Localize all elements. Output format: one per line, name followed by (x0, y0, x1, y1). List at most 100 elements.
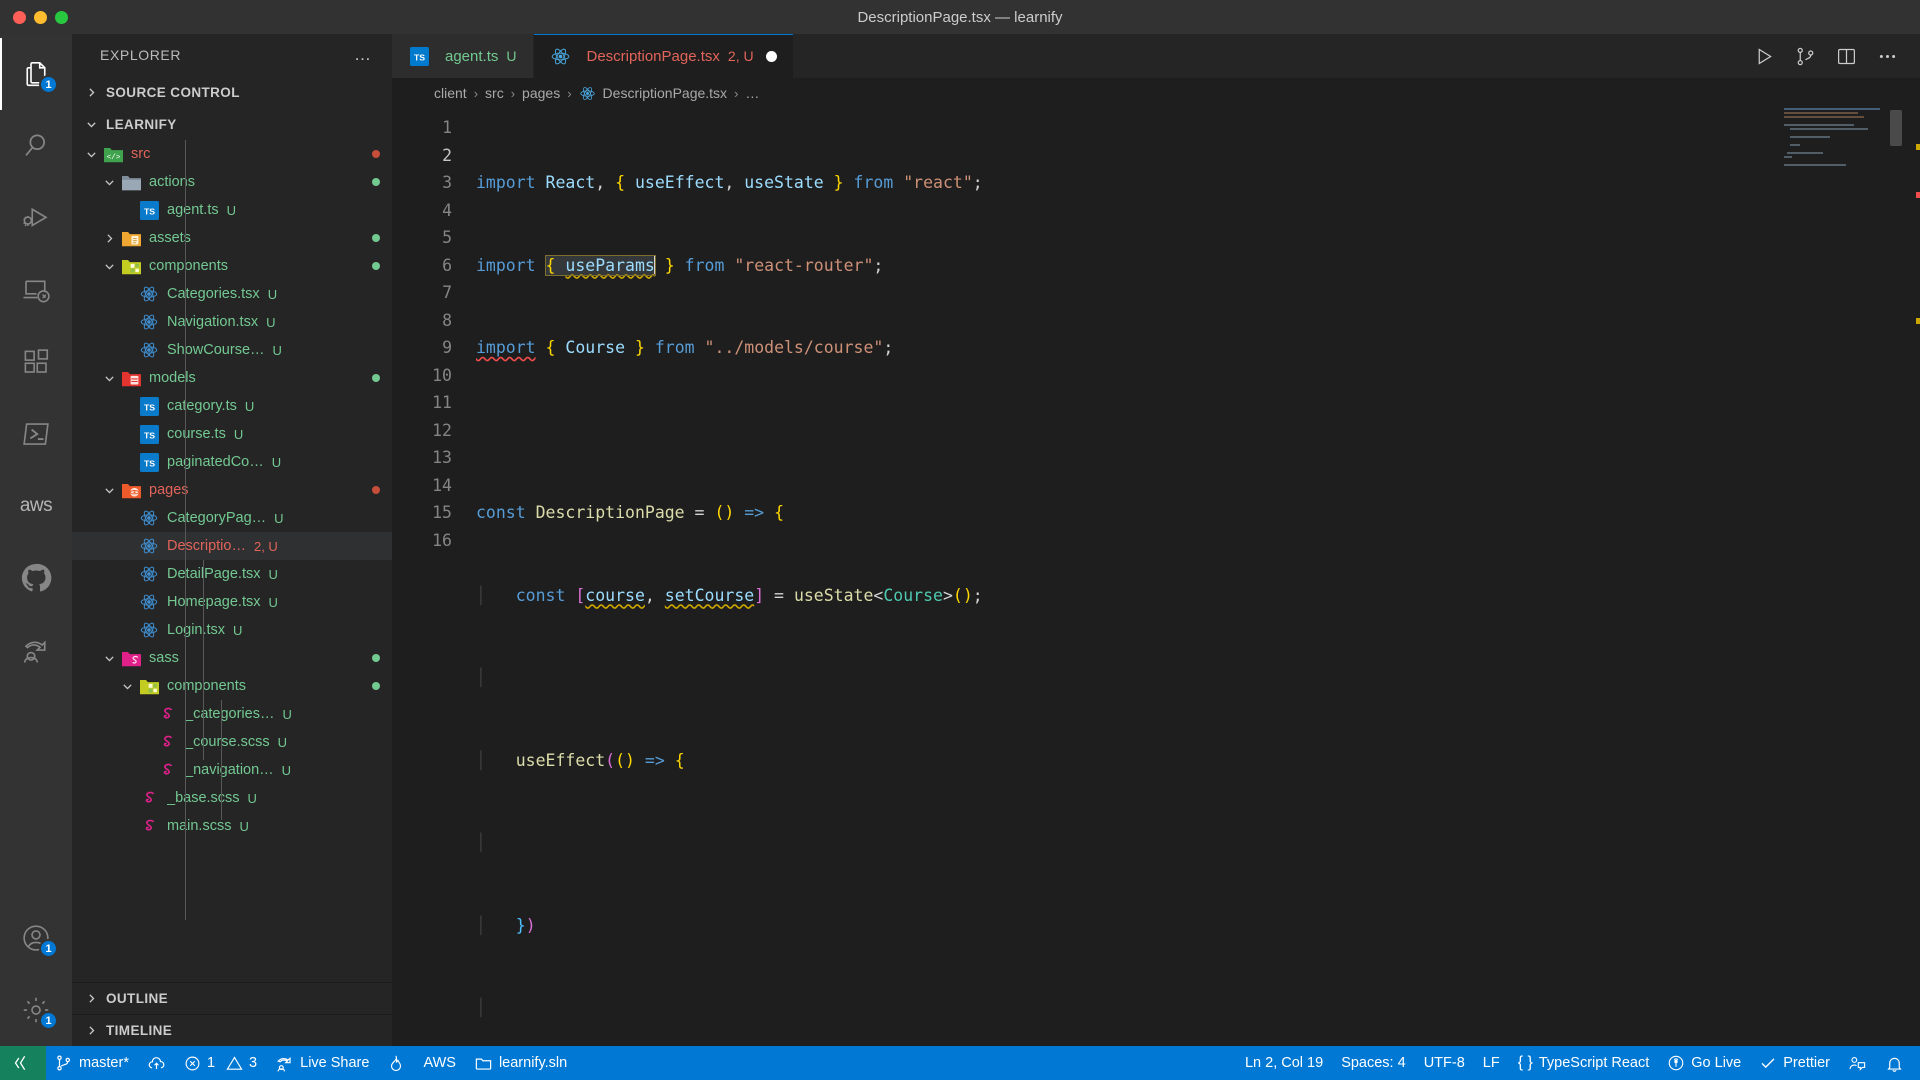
tree-item-descriptio[interactable]: Descriptio… 2, U (72, 532, 392, 560)
sidebar-more-actions-icon[interactable]: … (354, 45, 372, 65)
breadcrumb-item-client[interactable]: client (434, 85, 467, 101)
tree-item-pages[interactable]: pages (72, 476, 392, 504)
status-aws[interactable]: AWS (414, 1046, 465, 1080)
activity-bar-item-terminal-profile[interactable] (0, 398, 72, 470)
branch-icon[interactable] (1795, 46, 1816, 67)
code-line-10[interactable]: │ }) (476, 912, 1920, 940)
status-go-live[interactable]: Go Live (1658, 1046, 1750, 1080)
editor-scrollbar[interactable] (1890, 110, 1902, 146)
chevron-down-icon[interactable] (98, 260, 120, 273)
tree-item-main-scss[interactable]: main.scss U (72, 812, 392, 840)
code-line-6[interactable]: │ const [course, setCourse] = useState<C… (476, 582, 1920, 610)
status-feedback[interactable] (1839, 1046, 1876, 1080)
code-line-9[interactable]: │ (476, 829, 1920, 857)
tree-item-course-scss[interactable]: _course.scss U (72, 728, 392, 756)
status-branch[interactable]: master* (46, 1046, 138, 1080)
chevron-down-icon[interactable] (98, 372, 120, 385)
tree-item-category-ts[interactable]: TS category.ts U (72, 392, 392, 420)
code-line-8[interactable]: │ useEffect(() => { (476, 747, 1920, 775)
activity-bar-item-explorer[interactable]: 1 (0, 38, 72, 110)
code-content[interactable]: import React, { useEffect, useState } fr… (462, 108, 1920, 1046)
status-language-mode[interactable]: { } TypeScript React (1509, 1046, 1659, 1080)
maximize-window-button[interactable] (55, 10, 68, 24)
tree-item-src[interactable]: </> src (72, 140, 392, 168)
breadcrumb-item-pages[interactable]: pages (522, 85, 560, 101)
activity-bar-item-aws-toolkit[interactable]: aws (0, 470, 72, 542)
tree-item-assets[interactable]: assets (72, 224, 392, 252)
minimize-window-button[interactable] (34, 10, 47, 24)
close-window-button[interactable] (13, 10, 26, 24)
chevron-down-icon[interactable] (80, 148, 102, 161)
breadcrumb-item-src[interactable]: src (485, 85, 504, 101)
tree-item-categories-tsx[interactable]: Categories.tsx U (72, 280, 392, 308)
code-line-7[interactable]: │ (476, 664, 1920, 692)
activity-bar-item-remote-explorer[interactable] (0, 254, 72, 326)
status-encoding[interactable]: UTF-8 (1415, 1046, 1474, 1080)
tree-item-showcourse[interactable]: ShowCourse… U (72, 336, 392, 364)
breadcrumb-item-symbol[interactable]: … (745, 85, 759, 101)
activity-bar-item-search[interactable] (0, 110, 72, 182)
activity-bar-item-live-share[interactable] (0, 614, 72, 686)
tree-item-course-ts[interactable]: TS course.ts U (72, 420, 392, 448)
breadcrumb[interactable]: client › src › pages › DescriptionPage.t… (392, 78, 1920, 108)
file-tree[interactable]: </> src actions TS agent.ts Uassets components… (72, 140, 392, 982)
status-notifications[interactable] (1876, 1046, 1920, 1080)
code-line-11[interactable]: │ (476, 994, 1920, 1022)
activity-bar-item-run-and-debug[interactable] (0, 182, 72, 254)
tree-item-paginatedco[interactable]: TS paginatedCo… U (72, 448, 392, 476)
breadcrumb-item-file[interactable]: DescriptionPage.tsx (603, 85, 728, 101)
activity-bar-item-accounts[interactable]: 1 (0, 902, 72, 974)
code-line-5[interactable]: const DescriptionPage = () => { (476, 499, 1920, 527)
remote-indicator[interactable] (0, 1046, 46, 1080)
code-line-4[interactable] (476, 417, 1920, 445)
tree-item-base-scss[interactable]: _base.scss U (72, 784, 392, 812)
status-flame[interactable] (378, 1046, 414, 1080)
status-eol[interactable]: LF (1474, 1046, 1509, 1080)
status-sync-changes[interactable] (138, 1046, 175, 1080)
status-solution[interactable]: learnify.sln (465, 1046, 576, 1080)
activity-bar-item-github[interactable] (0, 542, 72, 614)
tree-item-detailpage-tsx[interactable]: DetailPage.tsx U (72, 560, 392, 588)
window-controls[interactable] (0, 10, 68, 24)
tree-item-sass[interactable]: sass (72, 644, 392, 672)
status-prettier[interactable]: Prettier (1750, 1046, 1839, 1080)
split-icon[interactable] (1836, 46, 1857, 67)
tree-item-categorypag[interactable]: CategoryPag… U (72, 504, 392, 532)
editor-tab-agent-ts[interactable]: TS agent.ts U (392, 34, 534, 78)
status-problems[interactable]: 1 3 (175, 1046, 266, 1080)
code-line-1[interactable]: import React, { useEffect, useState } fr… (476, 169, 1920, 197)
tree-item-label: Login.tsx (167, 622, 226, 638)
tree-item-homepage-tsx[interactable]: Homepage.tsx U (72, 588, 392, 616)
chevron-down-icon[interactable] (98, 652, 120, 665)
tree-item-navigation-tsx[interactable]: Navigation.tsx U (72, 308, 392, 336)
tree-item-components[interactable]: components (72, 252, 392, 280)
tree-item-login-tsx[interactable]: Login.tsx U (72, 616, 392, 644)
tree-item-models[interactable]: models (72, 364, 392, 392)
chevron-down-icon[interactable] (98, 484, 120, 497)
activity-bar-item-settings[interactable]: 1 (0, 974, 72, 1046)
code-editor[interactable]: 1 2 3 4 5 6 7 8 9 10 11 12 13 14 15 16 import React, { … (392, 108, 1920, 1046)
minimap[interactable] (1784, 108, 1904, 1046)
chevron-down-icon[interactable] (116, 680, 138, 693)
tree-item-navigation[interactable]: _navigation… U (72, 756, 392, 784)
tree-item-categories[interactable]: _categories… U (72, 700, 392, 728)
sidebar-section-source-control[interactable]: SOURCE CONTROL (72, 76, 392, 108)
status-indentation[interactable]: Spaces: 4 (1332, 1046, 1415, 1080)
play-icon[interactable] (1754, 46, 1775, 67)
status-cursor-position[interactable]: Ln 2, Col 19 (1236, 1046, 1332, 1080)
code-line-3[interactable]: import { Course } from "../models/course… (476, 334, 1920, 362)
tree-item-actions[interactable]: actions (72, 168, 392, 196)
editor-tab-descriptionpage-tsx[interactable]: DescriptionPage.tsx 2, U (533, 34, 794, 78)
status-live-share[interactable]: Live Share (266, 1046, 378, 1080)
sidebar-section-outline[interactable]: OUTLINE (72, 982, 392, 1014)
activity-bar-item-extensions[interactable] (0, 326, 72, 398)
tree-item-components[interactable]: components (72, 672, 392, 700)
code-line-2[interactable]: import { useParams } from "react-router"… (476, 252, 1920, 280)
sidebar-section-learnify[interactable]: LEARNIFY (72, 108, 392, 140)
chevron-down-icon[interactable] (98, 176, 120, 189)
editor-tab-dirty-indicator[interactable] (765, 50, 777, 62)
ellipsis-icon[interactable] (1877, 46, 1898, 67)
sidebar-section-timeline[interactable]: TIMELINE (72, 1014, 392, 1046)
chevron-right-icon[interactable] (98, 232, 120, 245)
tree-item-agent-ts[interactable]: TS agent.ts U (72, 196, 392, 224)
